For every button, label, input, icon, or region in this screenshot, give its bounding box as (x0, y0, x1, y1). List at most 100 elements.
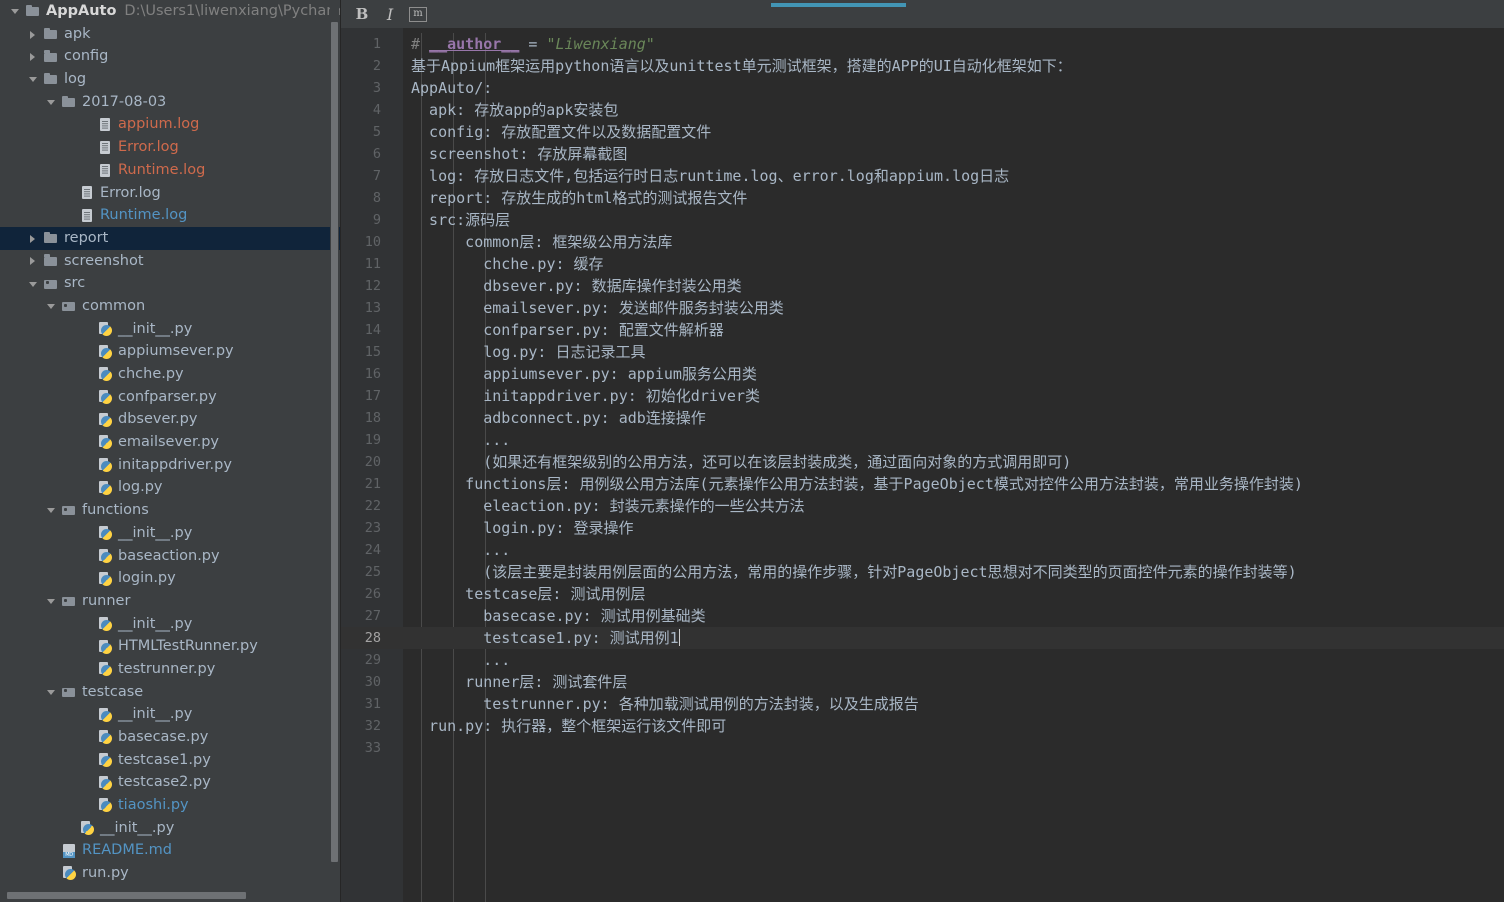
line-number[interactable]: 9 (341, 209, 403, 231)
tree-item-htmltestrunner-py[interactable]: HTMLTestRunner.py (0, 635, 340, 658)
code-line[interactable]: runner层: 测试套件层 (403, 671, 1504, 693)
line-number-gutter[interactable]: 1 2 3 4 5 6 7 8 9 10 11 12 13 14 15 16 17 18 19 20 21 22 23 24 2… (341, 28, 403, 902)
tree-item-screenshot[interactable]: screenshot (0, 250, 340, 273)
code-line[interactable]: adbconnect.py: adb连接操作 (403, 407, 1504, 429)
tree-item-runner[interactable]: runner (0, 590, 340, 613)
chevron-down-icon[interactable] (44, 594, 58, 608)
code-line[interactable]: ... (403, 649, 1504, 671)
code-line[interactable]: emailsever.py: 发送邮件服务封装公用类 (403, 297, 1504, 319)
code-line[interactable]: functions层: 用例级公用方法库(元素操作公用方法封装，基于PageOb… (403, 473, 1504, 495)
line-number[interactable]: 28 (341, 627, 403, 649)
line-number[interactable]: 20 (341, 451, 403, 473)
code-area[interactable]: # __author__ = "Liwenxiang" 基于Appium框架运用p… (403, 28, 1504, 902)
line-number[interactable]: 33 (341, 737, 403, 759)
line-number[interactable]: 4 (341, 99, 403, 121)
tree-item--init-py[interactable]: __init__.py (0, 817, 340, 840)
code-line[interactable]: common层: 框架级公用方法库 (403, 231, 1504, 253)
tree-item-testcase[interactable]: testcase (0, 681, 340, 704)
project-tree[interactable]: AppAuto D:\Users1\liwenxiang\PycharmPro … (0, 0, 340, 902)
code-line[interactable]: testrunner.py: 各种加载测试用例的方法封装，以及生成报告 (403, 693, 1504, 715)
code-line[interactable]: ... (403, 429, 1504, 451)
code-line[interactable]: eleaction.py: 封装元素操作的一些公共方法 (403, 495, 1504, 517)
line-number[interactable]: 22 (341, 495, 403, 517)
chevron-down-icon[interactable] (26, 72, 40, 86)
chevron-down-icon[interactable] (8, 4, 22, 18)
tree-item-error-log[interactable]: Error.log (0, 136, 340, 159)
chevron-right-icon[interactable] (26, 254, 40, 268)
tree-item-initappdriver-py[interactable]: initappdriver.py (0, 454, 340, 477)
tree-item-login-py[interactable]: login.py (0, 567, 340, 590)
line-number[interactable]: 1 (341, 33, 403, 55)
tree-item-log-py[interactable]: log.py (0, 476, 340, 499)
line-number[interactable]: 12 (341, 275, 403, 297)
tree-vertical-scrollbar[interactable] (330, 0, 339, 881)
tree-item-appium-log[interactable]: appium.log (0, 113, 340, 136)
line-number[interactable]: 7 (341, 165, 403, 187)
bold-button[interactable]: B (349, 3, 375, 25)
tree-item-readme-md[interactable]: README.md (0, 839, 340, 862)
code-line[interactable]: 基于Appium框架运用python语言以及unittest单元测试框架，搭建的… (403, 55, 1504, 77)
line-number[interactable]: 25 (341, 561, 403, 583)
tree-item-common[interactable]: common (0, 295, 340, 318)
tree-item-testrunner-py[interactable]: testrunner.py (0, 658, 340, 681)
line-number[interactable]: 10 (341, 231, 403, 253)
line-number[interactable]: 31 (341, 693, 403, 715)
line-number[interactable]: 2 (341, 55, 403, 77)
chevron-right-icon[interactable] (26, 231, 40, 245)
code-line[interactable]: log: 存放日志文件,包括运行时日志runtime.log、error.log… (403, 165, 1504, 187)
chevron-right-icon[interactable] (26, 50, 40, 64)
code-line[interactable]: src:源码层 (403, 209, 1504, 231)
code-line[interactable]: dbsever.py: 数据库操作封装公用类 (403, 275, 1504, 297)
tree-hscroll-thumb[interactable] (7, 892, 246, 899)
tree-vscroll-thumb[interactable] (331, 22, 338, 862)
tree-item--init-py[interactable]: __init__.py (0, 613, 340, 636)
code-line[interactable]: initappdriver.py: 初始化driver类 (403, 385, 1504, 407)
tree-item-run-py[interactable]: run.py (0, 862, 340, 885)
code-line[interactable]: testcase1.py: 测试用例1 (403, 627, 1504, 649)
tree-item-appiumsever-py[interactable]: appiumsever.py (0, 340, 340, 363)
tree-item-apk[interactable]: apk (0, 23, 340, 46)
tree-item-src[interactable]: src (0, 272, 340, 295)
line-number[interactable]: 18 (341, 407, 403, 429)
code-line[interactable]: run.py: 执行器，整个框架运行该文件即可 (403, 715, 1504, 737)
tree-item-log[interactable]: log (0, 68, 340, 91)
chevron-down-icon[interactable] (44, 685, 58, 699)
tree-item-2017-08-03[interactable]: 2017-08-03 (0, 91, 340, 114)
code-line[interactable] (403, 737, 1504, 759)
code-line[interactable]: testcase层: 测试用例层 (403, 583, 1504, 605)
code-line[interactable]: apk: 存放app的apk安装包 (403, 99, 1504, 121)
code-line[interactable]: login.py: 登录操作 (403, 517, 1504, 539)
tree-item-dbsever-py[interactable]: dbsever.py (0, 408, 340, 431)
tree-item-runtime-log[interactable]: Runtime.log (0, 204, 340, 227)
tree-root-appauto[interactable]: AppAuto D:\Users1\liwenxiang\PycharmPro (0, 0, 340, 23)
tree-item-chche-py[interactable]: chche.py (0, 363, 340, 386)
chevron-right-icon[interactable] (26, 27, 40, 41)
code-line[interactable]: ... (403, 539, 1504, 561)
tree-item--init-py[interactable]: __init__.py (0, 318, 340, 341)
line-number[interactable]: 16 (341, 363, 403, 385)
line-number[interactable]: 32 (341, 715, 403, 737)
code-line[interactable]: config: 存放配置文件以及数据配置文件 (403, 121, 1504, 143)
line-number[interactable]: 14 (341, 319, 403, 341)
tree-horizontal-scrollbar[interactable] (7, 891, 340, 900)
code-line[interactable]: confparser.py: 配置文件解析器 (403, 319, 1504, 341)
line-number[interactable]: 21 (341, 473, 403, 495)
tree-item--init-py[interactable]: __init__.py (0, 703, 340, 726)
code-line[interactable]: (该层主要是封装用例层面的公用方法，常用的操作步骤，针对PageObject思想… (403, 561, 1504, 583)
tree-item--init-py[interactable]: __init__.py (0, 522, 340, 545)
line-number[interactable]: 29 (341, 649, 403, 671)
tree-item-testcase2-py[interactable]: testcase2.py (0, 771, 340, 794)
line-number[interactable]: 24 (341, 539, 403, 561)
tree-item-baseaction-py[interactable]: baseaction.py (0, 545, 340, 568)
line-number[interactable]: 23 (341, 517, 403, 539)
tree-item-functions[interactable]: functions (0, 499, 340, 522)
code-line[interactable]: log.py: 日志记录工具 (403, 341, 1504, 363)
tree-item-basecase-py[interactable]: basecase.py (0, 726, 340, 749)
line-number[interactable]: 30 (341, 671, 403, 693)
code-line[interactable]: # __author__ = "Liwenxiang" (403, 33, 1504, 55)
chevron-down-icon[interactable] (26, 277, 40, 291)
code-line[interactable]: (如果还有框架级别的公用方法，还可以在该层封装成类，通过面向对象的方式调用即可) (403, 451, 1504, 473)
tree-item-config[interactable]: config (0, 45, 340, 68)
tree-item-testcase1-py[interactable]: testcase1.py (0, 749, 340, 772)
line-number[interactable]: 15 (341, 341, 403, 363)
